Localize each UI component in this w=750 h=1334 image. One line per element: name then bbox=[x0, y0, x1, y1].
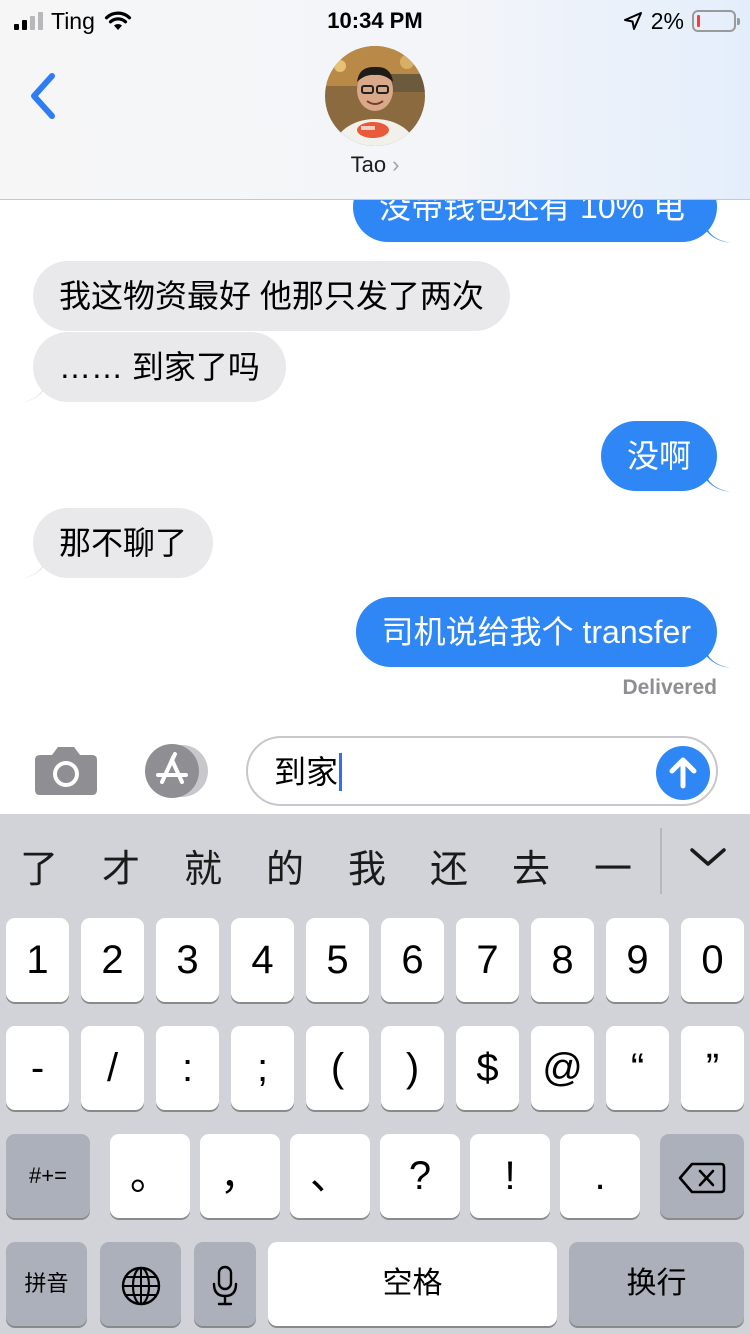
chevron-down-icon bbox=[690, 848, 726, 866]
key-enum-comma[interactable]: 、 bbox=[290, 1134, 370, 1218]
candidate-word[interactable]: 一 bbox=[594, 838, 632, 893]
delivered-status: Delivered bbox=[622, 676, 717, 699]
key-9[interactable]: 9 bbox=[606, 918, 669, 1002]
message-bubble-received[interactable]: …… 到家了吗 bbox=[19, 332, 286, 403]
candidate-word[interactable]: 就 bbox=[184, 838, 222, 893]
bubble-tail bbox=[19, 381, 45, 403]
camera-icon bbox=[35, 747, 97, 795]
conversation-header: Ting 10:34 PM 2% Tao › bbox=[0, 0, 750, 200]
key-question[interactable]: ? bbox=[380, 1134, 460, 1218]
key-at[interactable]: @ bbox=[531, 1026, 594, 1110]
key-3[interactable]: 3 bbox=[156, 918, 219, 1002]
bubble-tail bbox=[705, 470, 731, 492]
message-bubble-received[interactable]: 我这物资最好 他那只发了两次 bbox=[33, 261, 510, 331]
app-store-icon bbox=[145, 744, 208, 798]
contact-name-button[interactable]: Tao › bbox=[0, 152, 750, 178]
message-text: 我这物资最好 他那只发了两次 bbox=[59, 278, 484, 314]
message-text: …… 到家了吗 bbox=[59, 349, 260, 385]
key-quote-close[interactable]: ” bbox=[681, 1026, 744, 1110]
key-colon[interactable]: : bbox=[156, 1026, 219, 1110]
message-bubble-sent[interactable]: 没啊 bbox=[600, 421, 731, 492]
key-8[interactable]: 8 bbox=[531, 918, 594, 1002]
key-7[interactable]: 7 bbox=[456, 918, 519, 1002]
back-button[interactable] bbox=[22, 64, 72, 128]
message-text: 司机说给我个 transfer bbox=[381, 614, 691, 650]
key-dollar[interactable]: $ bbox=[456, 1026, 519, 1110]
location-arrow-icon bbox=[623, 12, 642, 30]
key-comma-cjk[interactable]: ， bbox=[200, 1134, 280, 1218]
key-paren-open[interactable]: ( bbox=[306, 1026, 369, 1110]
message-text: 没啊 bbox=[626, 438, 691, 474]
camera-button[interactable] bbox=[34, 745, 98, 795]
app-store-button[interactable] bbox=[140, 744, 214, 798]
backspace-icon bbox=[678, 1163, 726, 1194]
candidate-word[interactable]: 了 bbox=[20, 838, 58, 893]
key-paren-close[interactable]: ) bbox=[381, 1026, 444, 1110]
contact-name: Tao bbox=[350, 152, 387, 177]
key-period-cjk[interactable]: 。 bbox=[110, 1134, 190, 1218]
key-2[interactable]: 2 bbox=[81, 918, 144, 1002]
arrow-up-icon bbox=[669, 757, 697, 789]
message-text: 那不聊了 bbox=[59, 525, 188, 561]
candidate-bar: 了 才 就 的 我 还 去 一 bbox=[0, 814, 750, 914]
delete-key[interactable] bbox=[660, 1134, 744, 1218]
candidate-word[interactable]: 的 bbox=[266, 838, 304, 893]
send-button[interactable] bbox=[656, 746, 710, 800]
candidate-word[interactable]: 还 bbox=[430, 838, 468, 893]
globe-key[interactable] bbox=[100, 1242, 181, 1326]
battery-percent: 2% bbox=[650, 8, 684, 34]
message-input[interactable]: 到家 bbox=[246, 736, 718, 806]
message-bubble-sent[interactable]: 司机说给我个 transfer bbox=[355, 597, 731, 668]
dictation-key[interactable] bbox=[194, 1242, 256, 1326]
key-semicolon[interactable]: ; bbox=[231, 1026, 294, 1110]
bubble-tail bbox=[705, 646, 731, 668]
globe-icon bbox=[121, 1267, 160, 1306]
candidate-divider bbox=[660, 828, 662, 894]
contact-avatar[interactable] bbox=[325, 46, 425, 146]
key-4[interactable]: 4 bbox=[231, 918, 294, 1002]
key-0[interactable]: 0 bbox=[681, 918, 744, 1002]
candidate-word[interactable]: 才 bbox=[102, 838, 140, 893]
keyboard: 了 才 就 的 我 还 去 一 1 2 3 4 5 6 7 8 9 0 - / … bbox=[0, 814, 750, 1334]
status-right: 2% bbox=[623, 6, 740, 36]
chevron-left-icon bbox=[31, 73, 55, 119]
key-slash[interactable]: / bbox=[81, 1026, 144, 1110]
microphone-icon bbox=[212, 1266, 238, 1306]
bubble-tail bbox=[705, 221, 731, 243]
return-key[interactable]: 换行 bbox=[569, 1242, 744, 1326]
candidate-word[interactable]: 我 bbox=[348, 838, 386, 893]
key-period[interactable]: . bbox=[560, 1134, 640, 1218]
candidate-expand-button[interactable] bbox=[684, 834, 732, 882]
key-quote-open[interactable]: “ bbox=[606, 1026, 669, 1110]
space-key[interactable]: 空格 bbox=[268, 1242, 557, 1326]
battery-low-icon bbox=[692, 10, 740, 32]
key-pinyin[interactable]: 拼音 bbox=[6, 1242, 87, 1326]
key-5[interactable]: 5 bbox=[306, 918, 369, 1002]
key-more-symbols[interactable]: #+= bbox=[6, 1134, 90, 1218]
chevron-right-icon: › bbox=[392, 152, 400, 177]
bubble-tail bbox=[19, 557, 45, 579]
message-input-text[interactable]: 到家 bbox=[274, 738, 342, 806]
candidate-word[interactable]: 去 bbox=[512, 838, 550, 893]
key-6[interactable]: 6 bbox=[381, 918, 444, 1002]
key-exclaim[interactable]: ! bbox=[470, 1134, 550, 1218]
key-1[interactable]: 1 bbox=[6, 918, 69, 1002]
key-hyphen[interactable]: - bbox=[6, 1026, 69, 1110]
message-bubble-received[interactable]: 那不聊了 bbox=[19, 508, 214, 579]
